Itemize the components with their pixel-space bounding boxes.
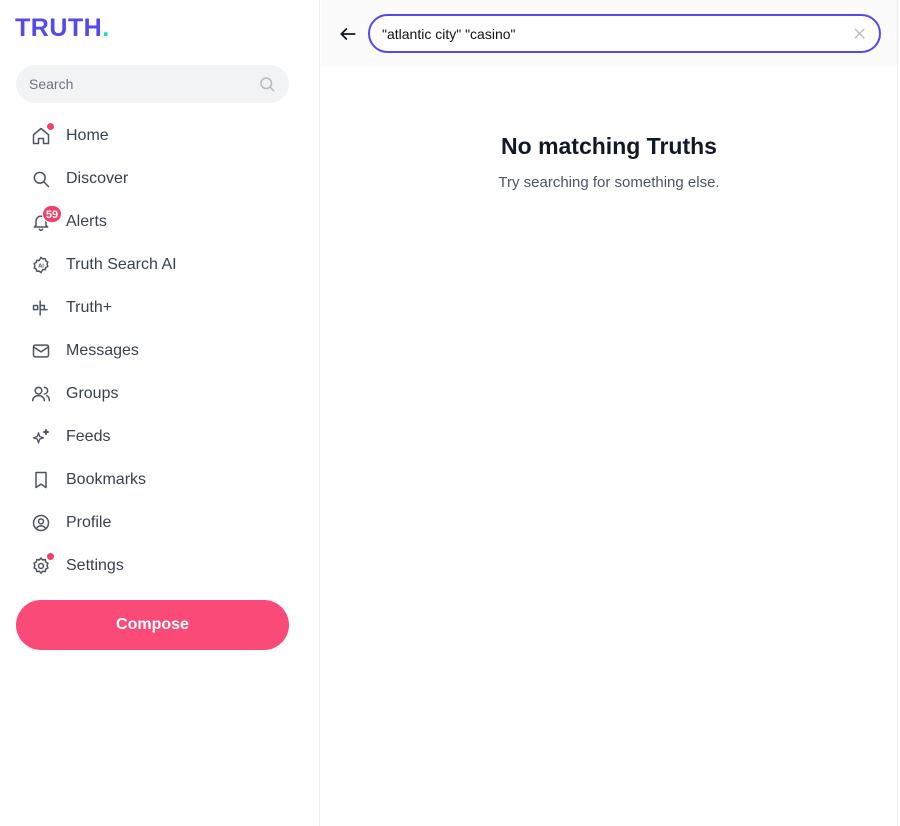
sidebar-item-label: Groups xyxy=(66,385,119,402)
sidebar-item-alerts[interactable]: 59 Alerts xyxy=(0,201,320,244)
sidebar-item-bookmarks[interactable]: Bookmarks xyxy=(0,459,320,502)
profile-icon xyxy=(32,514,50,532)
sidebar-item-label: Bookmarks xyxy=(66,471,147,488)
empty-state-subtitle: Try searching for something else. xyxy=(498,174,720,191)
home-notification-dot xyxy=(47,123,54,130)
users-icon xyxy=(31,386,51,402)
back-arrow-icon[interactable] xyxy=(338,24,358,44)
truth-logo[interactable]: TRUTH. xyxy=(15,14,110,42)
alerts-count-badge: 59 xyxy=(42,205,62,223)
sidebar-item-label: Home xyxy=(66,127,109,144)
ai-icon: AI xyxy=(33,256,49,274)
sidebar-item-label: Settings xyxy=(66,557,124,574)
search-header xyxy=(321,0,897,66)
sidebar-item-label: Feeds xyxy=(66,428,111,445)
search-input[interactable] xyxy=(382,25,842,43)
sidebar-item-label: Profile xyxy=(66,514,112,531)
empty-state-title: No matching Truths xyxy=(501,133,717,159)
search-icon xyxy=(260,77,275,92)
compose-button[interactable]: Compose xyxy=(16,600,289,650)
mail-icon xyxy=(32,344,50,358)
bookmark-icon xyxy=(35,471,47,489)
sidebar-item-settings[interactable]: Settings xyxy=(0,545,320,588)
sidebar-search-placeholder: Search xyxy=(29,76,74,92)
settings-notification-dot xyxy=(47,553,54,560)
search-results: No matching Truths Try searching for som… xyxy=(321,66,897,826)
sidebar-item-truth-search-ai[interactable]: AI Truth Search AI xyxy=(0,244,320,287)
clear-search-icon[interactable] xyxy=(852,26,867,41)
search-icon xyxy=(33,171,50,188)
search-field[interactable] xyxy=(368,14,881,53)
truth-plus-icon xyxy=(32,300,48,316)
sidebar-item-home[interactable]: Home xyxy=(0,115,320,158)
sidebar-item-discover[interactable]: Discover xyxy=(0,158,320,201)
sidebar-item-label: Truth Search AI xyxy=(66,256,177,273)
sidebar-item-label: Discover xyxy=(66,170,129,187)
sidebar-item-profile[interactable]: Profile xyxy=(0,502,320,545)
sidebar-item-label: Messages xyxy=(66,342,139,359)
sidebar-item-messages[interactable]: Messages xyxy=(0,330,320,373)
sidebar-item-label: Truth+ xyxy=(66,299,113,316)
sidebar-search-input[interactable]: Search xyxy=(16,65,289,103)
sidebar: TRUTH. Search Home Discover 59 Alerts AI… xyxy=(0,0,320,826)
sparkles-icon xyxy=(32,428,50,444)
svg-text:AI: AI xyxy=(38,264,44,270)
sidebar-nav: Home Discover 59 Alerts AI Truth Search … xyxy=(0,115,320,588)
sidebar-item-truth-plus[interactable]: Truth+ xyxy=(0,287,320,330)
sidebar-item-groups[interactable]: Groups xyxy=(0,373,320,416)
sidebar-item-feeds[interactable]: Feeds xyxy=(0,416,320,459)
column-divider xyxy=(897,0,898,826)
sidebar-item-label: Alerts xyxy=(66,213,107,230)
